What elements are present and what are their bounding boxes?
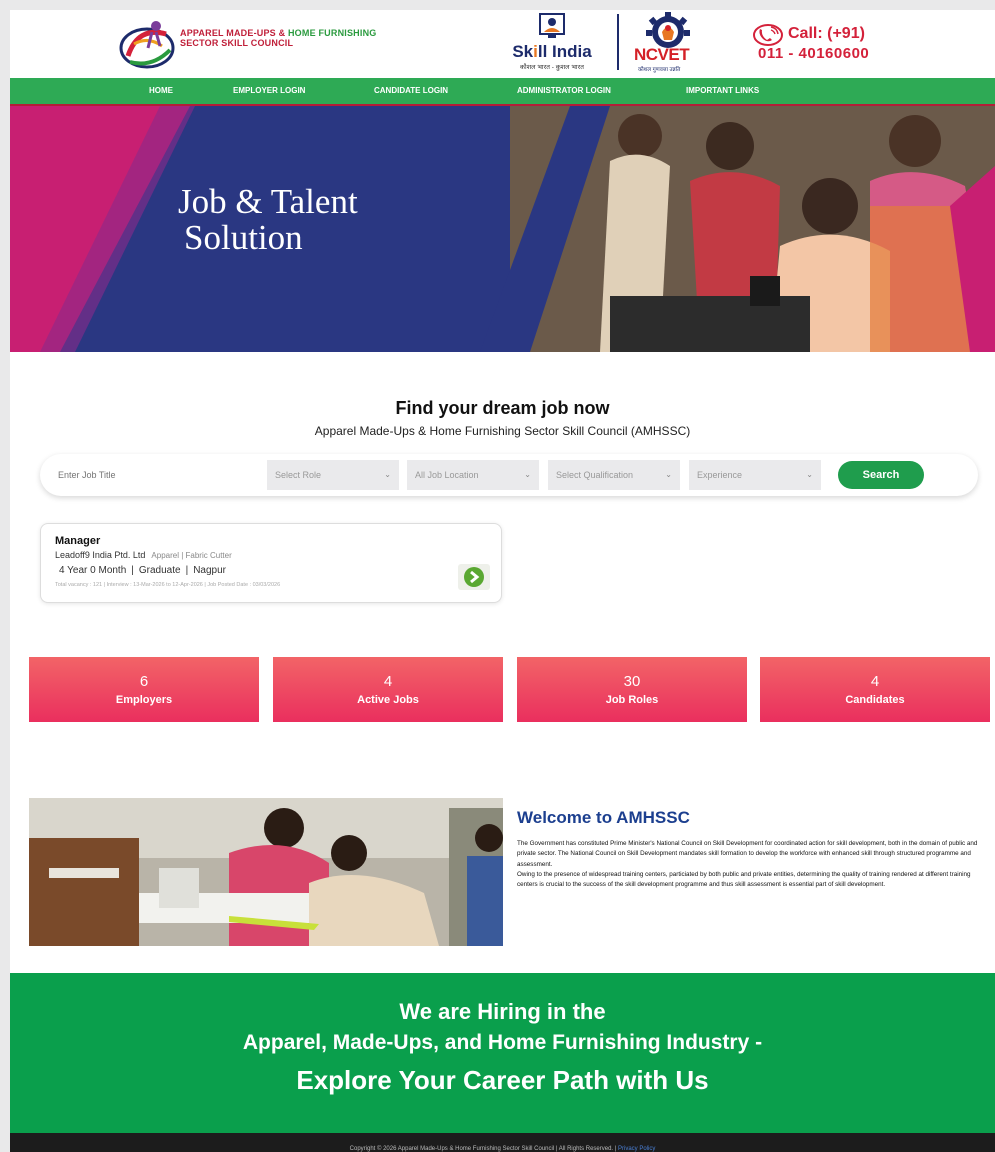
main-nav: HOME EMPLOYER LOGIN CANDIDATE LOGIN ADMI… bbox=[10, 78, 995, 106]
select-experience[interactable]: Experience ⌄ bbox=[689, 460, 821, 490]
skill-india-logo[interactable]: Skill India कौशल भारत - कुशल भारत bbox=[502, 12, 602, 72]
stat-label: Employers bbox=[115, 694, 173, 706]
hiring-line3: Explore Your Career Path with Us bbox=[296, 1065, 709, 1095]
stat-number: 4 bbox=[383, 673, 393, 690]
call-contact[interactable]: Call: (+91) 011 - 40160600 bbox=[752, 24, 902, 64]
meta-separator: | bbox=[185, 565, 189, 576]
job-location: Nagpur bbox=[193, 565, 227, 576]
select-location[interactable]: All Job Location ⌄ bbox=[407, 460, 539, 490]
hero-artwork bbox=[10, 106, 995, 352]
phone-icon bbox=[753, 24, 783, 46]
ncvet-gear-icon bbox=[646, 12, 690, 48]
skill-india-name: Skill India bbox=[512, 42, 592, 61]
job-meta: 4 Year 0 Month | Graduate | Nagpur bbox=[59, 565, 226, 576]
select-location-value: All Job Location bbox=[415, 470, 479, 480]
ncvet-logo[interactable]: NCVET कौशल गुणवत्ता उन्नति bbox=[628, 10, 708, 74]
nav-candidate-login[interactable]: CANDIDATE LOGIN bbox=[374, 78, 448, 104]
job-qualification: Graduate bbox=[138, 565, 181, 576]
site-footer: Copyright © 2026 Apparel Made-Ups & Home… bbox=[10, 1133, 995, 1152]
job-title: Manager bbox=[55, 535, 101, 547]
stat-label: Job Roles bbox=[605, 694, 659, 706]
stat-employers[interactable]: 6 Employers bbox=[29, 657, 259, 722]
amhssc-emblem-icon bbox=[119, 21, 175, 69]
org-name-line1: APPAREL MADE-UPS & HOME FURNISHING bbox=[180, 28, 377, 38]
amhssc-logo[interactable]: APPAREL MADE-UPS & HOME FURNISHING SECTO… bbox=[118, 16, 378, 72]
ncvet-tagline: कौशल गुणवत्ता उन्नति bbox=[638, 67, 681, 73]
stat-label: Candidates bbox=[845, 694, 905, 706]
stat-number: 30 bbox=[623, 673, 641, 690]
view-job-button[interactable] bbox=[458, 564, 490, 590]
hiring-line2: Apparel, Made-Ups, and Home Furnishing I… bbox=[242, 1031, 763, 1054]
privacy-policy-link[interactable]: Privacy Policy bbox=[618, 1146, 655, 1152]
select-qualification[interactable]: Select Qualification ⌄ bbox=[548, 460, 680, 490]
job-experience: 4 Year 0 Month bbox=[59, 565, 127, 576]
job-company: Leadoff9 India Ptd. Ltd bbox=[55, 550, 146, 560]
hero-title-line1: Job & Talent bbox=[178, 182, 358, 221]
search-button[interactable]: Search bbox=[838, 461, 924, 489]
chevron-down-icon: ⌄ bbox=[806, 470, 813, 479]
stat-number: 4 bbox=[870, 673, 880, 690]
header-divider bbox=[617, 14, 619, 70]
skill-india-emblem-icon bbox=[539, 13, 565, 38]
nav-employer-login[interactable]: EMPLOYER LOGIN bbox=[233, 78, 305, 104]
find-job-subtitle: Apparel Made-Ups & Home Furnishing Secto… bbox=[314, 424, 691, 438]
skill-india-tagline: कौशल भारत - कुशल भारत bbox=[520, 64, 584, 71]
hero-title-line2: Solution bbox=[184, 218, 303, 257]
page: APPAREL MADE-UPS & HOME FURNISHING SECTO… bbox=[10, 10, 995, 1152]
job-company-line: Leadoff9 India Ptd. Ltd Apparel | Fabric … bbox=[55, 550, 232, 560]
welcome-text: The Government has constituted Prime Min… bbox=[517, 839, 983, 890]
select-role[interactable]: Select Role ⌄ bbox=[267, 460, 399, 490]
select-role-value: Select Role bbox=[275, 470, 322, 480]
hero-banner: Job & Talent Solution bbox=[10, 106, 995, 352]
sewing-workers-illustration bbox=[29, 798, 503, 946]
select-qualification-value: Select Qualification bbox=[556, 470, 634, 480]
chevron-down-icon: ⌄ bbox=[524, 470, 531, 479]
stat-job-roles[interactable]: 30 Job Roles bbox=[517, 657, 747, 722]
stat-candidates[interactable]: 4 Candidates bbox=[760, 657, 990, 722]
stat-active-jobs[interactable]: 4 Active Jobs bbox=[273, 657, 503, 722]
hiring-banner: We are Hiring in the Apparel, Made-Ups, … bbox=[10, 973, 995, 1133]
call-number: 011 - 40160600 bbox=[758, 45, 870, 62]
meta-separator: | bbox=[131, 565, 134, 576]
nav-important-links[interactable]: IMPORTANT LINKS bbox=[686, 78, 759, 104]
stat-label: Active Jobs bbox=[357, 694, 419, 706]
chevron-down-icon: ⌄ bbox=[665, 470, 672, 479]
stat-number: 6 bbox=[139, 673, 149, 690]
call-label: Call: (+91) bbox=[788, 25, 865, 42]
nav-home[interactable]: HOME bbox=[149, 78, 173, 104]
nav-administrator-login[interactable]: ADMINISTRATOR LOGIN bbox=[517, 78, 611, 104]
job-search-bar: Select Role ⌄ All Job Location ⌄ Select Qu… bbox=[40, 454, 978, 496]
hiring-line1: We are Hiring in the bbox=[399, 999, 606, 1024]
site-header: APPAREL MADE-UPS & HOME FURNISHING SECTO… bbox=[10, 10, 995, 78]
job-role: Apparel | Fabric Cutter bbox=[151, 551, 232, 560]
chevron-down-icon: ⌄ bbox=[384, 470, 391, 479]
welcome-paragraph-2: Owing to the presence of widespread trai… bbox=[517, 870, 971, 889]
welcome-photo bbox=[29, 798, 503, 946]
find-job-title: Find your dream job now bbox=[395, 398, 610, 418]
ncvet-name: NCVET bbox=[634, 45, 690, 64]
select-experience-value: Experience bbox=[697, 470, 743, 480]
welcome-paragraph-1: The Government has constituted Prime Min… bbox=[517, 840, 978, 868]
footer-copyright: Copyright © 2026 Apparel Made-Ups & Home… bbox=[349, 1146, 618, 1152]
job-details: Total vacancy : 121 | Interview : 13-Mar… bbox=[55, 582, 281, 588]
welcome-title: Welcome to AMHSSC bbox=[517, 808, 690, 827]
org-name-line2: SECTOR SKILL COUNCIL bbox=[180, 38, 294, 48]
arrow-right-circle-icon bbox=[464, 567, 484, 587]
hero-title: Job & Talent Solution bbox=[178, 184, 358, 256]
job-card[interactable]: Manager Leadoff9 India Ptd. Ltd Apparel |… bbox=[40, 523, 502, 603]
job-title-input[interactable] bbox=[58, 462, 258, 488]
